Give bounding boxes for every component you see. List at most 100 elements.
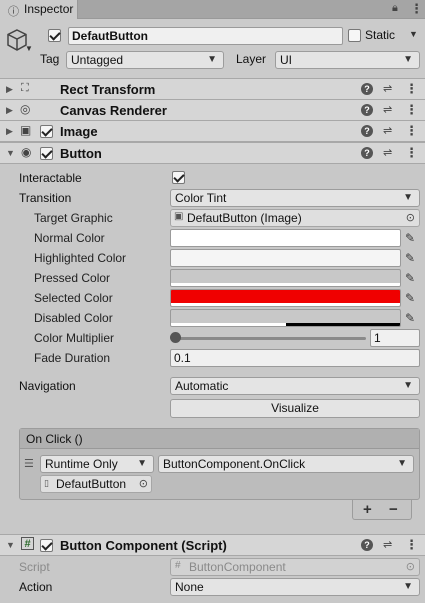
target-graphic-label: Target Graphic	[34, 211, 113, 225]
kebab-icon[interactable]: ⋮	[405, 81, 418, 97]
onclick-object-field[interactable]: ▯ DefautButton ⊙	[40, 475, 152, 493]
navigation-value: Automatic	[175, 379, 229, 393]
function-value: ButtonComponent.OnClick	[163, 457, 306, 471]
eyedropper-icon[interactable]: ✎	[405, 311, 415, 325]
action-value: None	[175, 580, 204, 594]
onclick-header: On Click ()	[20, 429, 419, 449]
function-dropdown[interactable]: ButtonComponent.OnClick ▼	[158, 455, 414, 473]
visualize-label: Visualize	[271, 401, 319, 415]
inspector-icon: ⓘ	[8, 6, 19, 18]
highlighted-color-label: Highlighted Color	[34, 251, 127, 265]
component-header-icons: ? ⇌ ⋮	[361, 81, 421, 97]
eyedropper-icon[interactable]: ✎	[405, 251, 415, 265]
chevron-down-icon: ▼	[403, 54, 413, 65]
rect-transform-icon: ⛶	[21, 82, 29, 94]
runtime-value: Runtime Only	[45, 457, 118, 471]
kebab-icon[interactable]: ⋮	[410, 1, 423, 17]
chevron-down-icon: ▼	[137, 458, 147, 469]
help-icon[interactable]: ?	[361, 539, 373, 551]
presets-icon[interactable]: ⇌	[383, 124, 392, 137]
image-icon: ▣	[20, 123, 32, 137]
layer-dropdown[interactable]: UI ▼	[275, 51, 420, 69]
foldout-right-icon[interactable]: ▶	[6, 84, 13, 95]
alpha-bar-opaque	[286, 323, 400, 326]
selected-color-swatch[interactable]	[170, 289, 401, 307]
presets-icon[interactable]: ⇌	[383, 82, 392, 95]
alpha-bar-clear	[171, 323, 286, 326]
foldout-right-icon[interactable]: ▶	[6, 105, 13, 116]
foldout-down-icon[interactable]: ▼	[6, 540, 15, 550]
static-checkbox[interactable]	[348, 29, 361, 42]
interactable-label: Interactable	[19, 171, 82, 185]
component-header-button[interactable]: ▼ ◉ Button ? ⇌ ⋮	[0, 142, 425, 164]
canvas-renderer-icon: ◎	[20, 102, 31, 116]
disabled-color-swatch[interactable]	[170, 309, 401, 327]
script-enabled-checkbox[interactable]	[40, 539, 53, 552]
kebab-icon[interactable]: ⋮	[405, 123, 418, 139]
eyedropper-icon[interactable]: ✎	[405, 231, 415, 245]
color-multiplier-slider-track[interactable]	[174, 337, 366, 340]
color-multiplier-slider-handle[interactable]	[170, 332, 181, 343]
transition-value: Color Tint	[175, 191, 227, 205]
alpha-bar	[171, 303, 400, 306]
highlighted-color-swatch[interactable]	[170, 249, 401, 267]
target-graphic-field[interactable]: ▣ DefautButton (Image) ⊙	[170, 209, 420, 227]
component-title: Image	[60, 124, 98, 139]
onclick-add-remove-bar: + −	[352, 500, 412, 520]
alpha-bar	[171, 283, 400, 286]
runtime-dropdown[interactable]: Runtime Only ▼	[40, 455, 154, 473]
object-picker-icon[interactable]: ⊙	[406, 211, 415, 224]
visualize-button[interactable]: Visualize	[170, 399, 420, 418]
tag-label: Tag	[40, 52, 60, 66]
button-enabled-checkbox[interactable]	[40, 147, 53, 160]
help-icon[interactable]: ?	[361, 83, 373, 95]
gameobject-name-field[interactable]: DefautButton	[68, 27, 343, 45]
tab-inspector[interactable]: ⓘ Inspector	[0, 0, 78, 19]
remove-listener-button[interactable]: −	[389, 501, 398, 518]
onclick-title: On Click ()	[26, 432, 83, 446]
component-header-button-component-script[interactable]: ▼ # Button Component (Script) ? ⇌ ⋮	[0, 534, 425, 556]
action-dropdown[interactable]: None ▼	[170, 578, 420, 596]
object-picker-icon[interactable]: ⊙	[139, 477, 148, 490]
component-title: Canvas Renderer	[60, 103, 167, 118]
script-field: # ButtonComponent ⊙	[170, 558, 420, 576]
component-header-canvas-renderer[interactable]: ▶ ◎ Canvas Renderer ? ⇌ ⋮	[0, 99, 425, 121]
navigation-dropdown[interactable]: Automatic ▼	[170, 377, 420, 395]
lock-icon[interactable]: 🔒︎	[392, 2, 398, 15]
component-header-rect-transform[interactable]: ▶ ⛶ Rect Transform ? ⇌ ⋮	[0, 78, 425, 100]
gameobject-active-checkbox[interactable]	[48, 29, 61, 42]
disabled-color-label: Disabled Color	[34, 311, 113, 325]
icon-dropdown-arrow-icon[interactable]: ▼	[25, 44, 33, 53]
chevron-down-icon: ▼	[403, 581, 413, 592]
color-multiplier-field[interactable]: 1	[370, 329, 420, 347]
foldout-down-icon[interactable]: ▼	[6, 148, 15, 158]
presets-icon[interactable]: ⇌	[383, 103, 392, 116]
component-title: Button Component (Script)	[60, 538, 227, 553]
presets-icon[interactable]: ⇌	[383, 146, 392, 159]
presets-icon[interactable]: ⇌	[383, 538, 392, 551]
tag-dropdown[interactable]: Untagged ▼	[66, 51, 224, 69]
foldout-right-icon[interactable]: ▶	[6, 126, 13, 137]
eyedropper-icon[interactable]: ✎	[405, 271, 415, 285]
target-graphic-value: DefautButton (Image)	[187, 211, 302, 225]
image-enabled-checkbox[interactable]	[40, 125, 53, 138]
kebab-icon[interactable]: ⋮	[405, 537, 418, 553]
add-listener-button[interactable]: +	[363, 501, 372, 518]
eyedropper-icon[interactable]: ✎	[405, 291, 415, 305]
kebab-icon[interactable]: ⋮	[405, 145, 418, 161]
fade-duration-field[interactable]: 0.1	[170, 349, 420, 367]
help-icon[interactable]: ?	[361, 104, 373, 116]
pressed-color-swatch[interactable]	[170, 269, 401, 287]
help-icon[interactable]: ?	[361, 147, 373, 159]
selected-color-label: Selected Color	[34, 291, 113, 305]
interactable-checkbox[interactable]	[172, 171, 185, 184]
help-icon[interactable]: ?	[361, 125, 373, 137]
drag-handle-icon[interactable]: ☰	[24, 457, 34, 470]
component-header-image[interactable]: ▶ ▣ Image ? ⇌ ⋮	[0, 120, 425, 142]
action-label: Action	[19, 580, 53, 594]
normal-color-swatch[interactable]	[170, 229, 401, 247]
kebab-icon[interactable]: ⋮	[405, 102, 418, 118]
static-dropdown-arrow-icon[interactable]: ▼	[409, 29, 418, 39]
button-component-icon: ◉	[21, 145, 32, 159]
transition-dropdown[interactable]: Color Tint ▼	[170, 189, 420, 207]
